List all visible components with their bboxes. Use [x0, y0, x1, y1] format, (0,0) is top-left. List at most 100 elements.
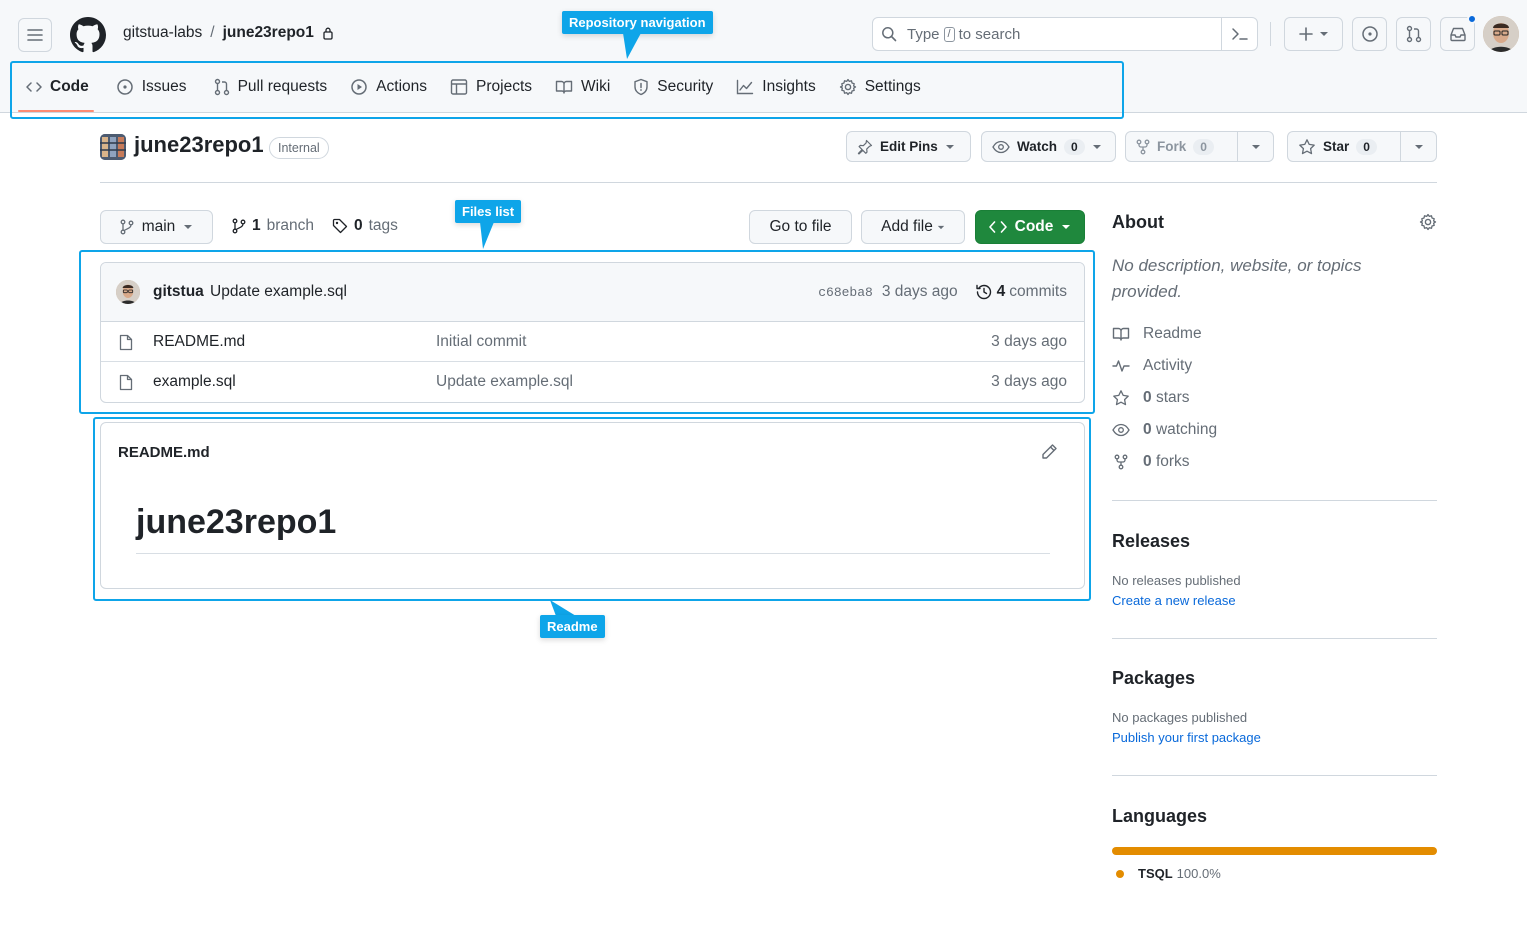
- forks-count: 0: [1143, 453, 1152, 470]
- fork-dropdown-button[interactable]: [1237, 132, 1273, 161]
- edit-pins-label: Edit Pins: [880, 139, 938, 154]
- eye-icon: [1112, 423, 1130, 437]
- file-icon: [119, 374, 133, 391]
- search-placeholder-prefix: Type: [907, 25, 940, 43]
- branches-link[interactable]: 1 branch: [232, 217, 314, 235]
- breadcrumb-org-link[interactable]: gitstua-labs: [123, 24, 202, 42]
- language-item[interactable]: TSQL 100.0%: [1116, 866, 1221, 881]
- stars-link[interactable]: 0 stars: [1112, 389, 1190, 407]
- pull-request-icon: [1406, 25, 1421, 43]
- star-button[interactable]: Star 0: [1287, 131, 1437, 162]
- tab-actions[interactable]: Actions: [342, 66, 440, 108]
- readme-heading-rule: [136, 553, 1050, 554]
- tab-issues[interactable]: Issues: [108, 66, 200, 108]
- user-avatar[interactable]: [1483, 16, 1519, 52]
- activity-link-label: Activity: [1143, 357, 1193, 374]
- tab-settings-label: Settings: [864, 78, 921, 95]
- readme-link-label: Readme: [1143, 325, 1202, 342]
- commit-author[interactable]: gitstua: [153, 283, 204, 301]
- star-dropdown-button[interactable]: [1400, 132, 1436, 161]
- about-title: About: [1112, 212, 1164, 232]
- tab-code[interactable]: Code: [18, 66, 102, 112]
- file-row-readme[interactable]: README.md Initial commit 3 days ago: [101, 322, 1084, 362]
- create-new-button[interactable]: [1284, 17, 1343, 51]
- repo-avatar-image: [100, 134, 126, 160]
- releases-empty-text: No releases published: [1112, 573, 1241, 588]
- search-placeholder-suffix: to search: [958, 25, 1021, 43]
- command-palette-button[interactable]: [1221, 18, 1257, 50]
- repo-title[interactable]: june23repo1: [134, 132, 264, 158]
- inbox-icon: [1449, 27, 1466, 42]
- commit-meta: c68eba8 3 days ago 4 commits: [818, 283, 1067, 301]
- file-commit-age: 3 days ago: [991, 373, 1067, 390]
- tab-code-label: Code: [50, 78, 89, 95]
- file-name[interactable]: README.md: [153, 333, 245, 351]
- file-commit-message[interactable]: Initial commit: [436, 333, 526, 351]
- visibility-badge: Internal: [269, 137, 329, 159]
- tags-link[interactable]: 0 tags: [332, 217, 398, 235]
- search-input[interactable]: Type / to search: [872, 17, 1258, 51]
- branch-select-button[interactable]: main: [100, 210, 213, 244]
- issues-button[interactable]: [1352, 17, 1387, 51]
- pulse-icon: [1112, 360, 1130, 372]
- commits-history-link[interactable]: 4 commits: [975, 283, 1067, 301]
- language-percent: 100.0%: [1176, 866, 1221, 881]
- chevron-down-icon: [1319, 32, 1328, 36]
- branch-label: branch: [266, 217, 315, 234]
- publish-package-link[interactable]: Publish your first package: [1112, 730, 1261, 745]
- tab-wiki[interactable]: Wiki: [547, 66, 623, 108]
- file-commit-age: 3 days ago: [991, 333, 1067, 350]
- graph-icon: [737, 79, 754, 95]
- forks-link[interactable]: 0 forks: [1112, 453, 1190, 471]
- tab-projects[interactable]: Projects: [442, 66, 545, 108]
- code-icon: [26, 82, 42, 92]
- tab-settings[interactable]: Settings: [831, 66, 934, 108]
- tab-pull-requests[interactable]: Pull requests: [206, 66, 341, 108]
- user-avatar-image: [1483, 16, 1519, 52]
- readme-filename[interactable]: README.md: [118, 444, 210, 461]
- header-divider: [1270, 22, 1271, 46]
- activity-link[interactable]: Activity: [1112, 357, 1192, 375]
- chevron-down-icon: [1062, 225, 1071, 229]
- github-logo-icon[interactable]: [70, 17, 106, 53]
- watching-count: 0: [1143, 421, 1152, 438]
- add-file-button[interactable]: Add file: [861, 210, 965, 244]
- book-icon: [555, 80, 573, 94]
- commit-message[interactable]: Update example.sql: [210, 283, 347, 301]
- go-to-file-button[interactable]: Go to file: [749, 210, 852, 244]
- watching-link[interactable]: 0 watching: [1112, 421, 1217, 439]
- pull-requests-button[interactable]: [1396, 17, 1431, 51]
- tab-security[interactable]: Security: [625, 66, 726, 108]
- code-dropdown-button[interactable]: Code: [975, 210, 1085, 244]
- packages-title[interactable]: Packages: [1112, 668, 1195, 689]
- file-commit-message[interactable]: Update example.sql: [436, 373, 573, 391]
- gear-icon[interactable]: [1419, 213, 1437, 231]
- git-branch-icon: [120, 219, 134, 235]
- commit-sha[interactable]: c68eba8: [818, 285, 873, 300]
- edit-pins-button[interactable]: Edit Pins: [846, 131, 971, 162]
- star-counter: 0: [1356, 138, 1377, 155]
- tab-insights[interactable]: Insights: [728, 66, 828, 108]
- readme-link[interactable]: Readme: [1112, 325, 1202, 343]
- commit-author-avatar[interactable]: [116, 280, 140, 304]
- watch-button[interactable]: Watch 0: [981, 131, 1116, 162]
- gear-icon: [839, 78, 856, 96]
- commit-author-avatar-image: [116, 280, 140, 304]
- pencil-icon[interactable]: [1041, 443, 1058, 460]
- book-icon: [1112, 327, 1130, 341]
- breadcrumb-repo-link[interactable]: june23repo1: [223, 24, 314, 42]
- star-label: Star: [1323, 139, 1350, 154]
- file-name[interactable]: example.sql: [153, 373, 236, 391]
- star-icon: [1299, 138, 1315, 154]
- create-release-link[interactable]: Create a new release: [1112, 593, 1236, 608]
- file-row-example-sql[interactable]: example.sql Update example.sql 3 days ag…: [101, 362, 1084, 402]
- pin-icon: [857, 139, 873, 155]
- menu-button[interactable]: [18, 18, 52, 52]
- releases-title[interactable]: Releases: [1112, 531, 1190, 552]
- terminal-icon: [1231, 28, 1248, 40]
- callout-pointer-icon: [480, 222, 494, 249]
- tag-icon: [332, 218, 348, 234]
- fork-button[interactable]: Fork 0: [1125, 131, 1274, 162]
- language-bar: [1112, 847, 1437, 855]
- language-color-dot: [1116, 869, 1124, 878]
